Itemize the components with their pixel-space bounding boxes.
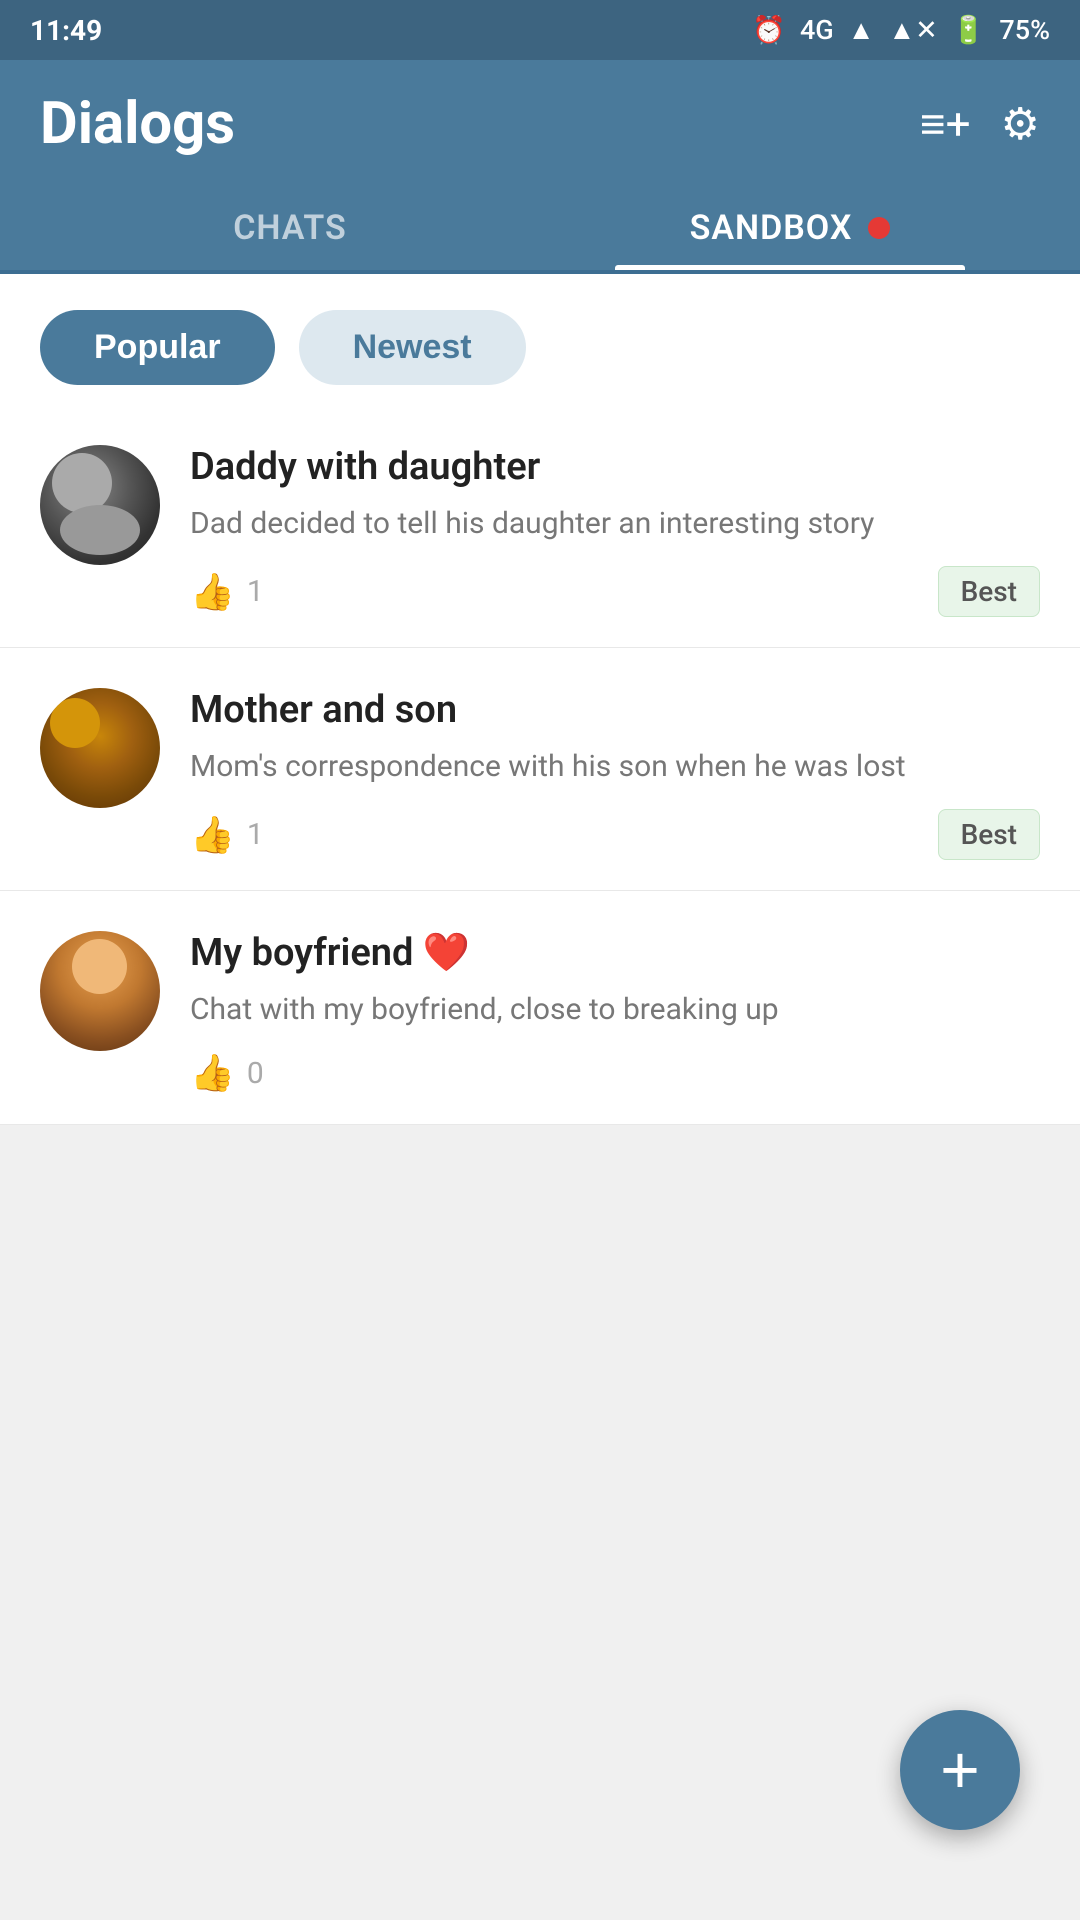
- chat-description: Mom's correspondence with his son when h…: [190, 744, 1040, 789]
- filter-bar: Popular Newest: [0, 274, 1080, 405]
- battery-icon: 🔋: [952, 14, 986, 46]
- thumbs-up-icon: 👍: [190, 571, 235, 613]
- tab-bar: CHATS SANDBOX: [40, 188, 1040, 270]
- heart-icon: ❤️: [423, 931, 470, 975]
- like-count: 1: [247, 817, 264, 852]
- page-title: Dialogs: [40, 90, 235, 158]
- avatar: [40, 688, 160, 808]
- chat-title: Daddy with daughter: [190, 445, 1040, 489]
- alarm-icon: ⏰: [752, 14, 786, 46]
- best-badge: Best: [938, 809, 1040, 860]
- header: Dialogs ≡+ ⚙ CHATS SANDBOX: [0, 60, 1080, 270]
- chat-content: My boyfriend ❤️ Chat with my boyfriend, …: [190, 931, 1040, 1094]
- avatar: [40, 931, 160, 1051]
- chat-item[interactable]: My boyfriend ❤️ Chat with my boyfriend, …: [0, 891, 1080, 1125]
- signal-icon: ▲: [848, 14, 875, 46]
- add-chat-fab-button[interactable]: +: [900, 1710, 1020, 1830]
- chat-title: My boyfriend ❤️: [190, 931, 1040, 975]
- chat-item[interactable]: Mother and son Mom's correspondence with…: [0, 648, 1080, 891]
- header-actions: ≡+ ⚙: [920, 98, 1040, 150]
- thumbs-up-icon: 👍: [190, 1052, 235, 1094]
- status-time: 11:49: [30, 14, 102, 47]
- like-count: 1: [247, 574, 264, 609]
- chat-footer: 👍 1 Best: [190, 566, 1040, 617]
- best-badge: Best: [938, 566, 1040, 617]
- chat-footer: 👍 1 Best: [190, 809, 1040, 860]
- chat-item[interactable]: Daddy with daughter Dad decided to tell …: [0, 405, 1080, 648]
- battery-label: 75%: [999, 14, 1050, 46]
- tab-sandbox[interactable]: SANDBOX: [540, 188, 1040, 270]
- chat-content: Daddy with daughter Dad decided to tell …: [190, 445, 1040, 617]
- sandbox-notification-dot: [868, 217, 890, 239]
- signal-x-icon: ▲✕: [888, 14, 937, 46]
- like-area: 👍 1: [190, 571, 264, 613]
- chat-footer: 👍 0: [190, 1052, 1040, 1094]
- like-area: 👍 1: [190, 814, 264, 856]
- status-bar: 11:49 ⏰ 4G ▲ ▲✕ 🔋 75%: [0, 0, 1080, 60]
- avatar: [40, 445, 160, 565]
- like-area: 👍 0: [190, 1052, 264, 1094]
- chat-title: Mother and son: [190, 688, 1040, 732]
- filter-popular-button[interactable]: Popular: [40, 310, 275, 385]
- status-icons: ⏰ 4G ▲ ▲✕ 🔋 75%: [752, 14, 1050, 46]
- tab-chats[interactable]: CHATS: [40, 188, 540, 270]
- thumbs-up-icon: 👍: [190, 814, 235, 856]
- filter-newest-button[interactable]: Newest: [299, 310, 526, 385]
- chat-description: Dad decided to tell his daughter an inte…: [190, 501, 1040, 546]
- header-top: Dialogs ≡+ ⚙: [40, 90, 1040, 188]
- chat-list: Daddy with daughter Dad decided to tell …: [0, 405, 1080, 1125]
- chat-description: Chat with my boyfriend, close to breakin…: [190, 987, 1040, 1032]
- like-count: 0: [247, 1056, 264, 1091]
- settings-icon[interactable]: ⚙: [1001, 98, 1040, 150]
- chat-content: Mother and son Mom's correspondence with…: [190, 688, 1040, 860]
- new-chat-icon[interactable]: ≡+: [920, 98, 971, 150]
- network-label: 4G: [800, 14, 834, 46]
